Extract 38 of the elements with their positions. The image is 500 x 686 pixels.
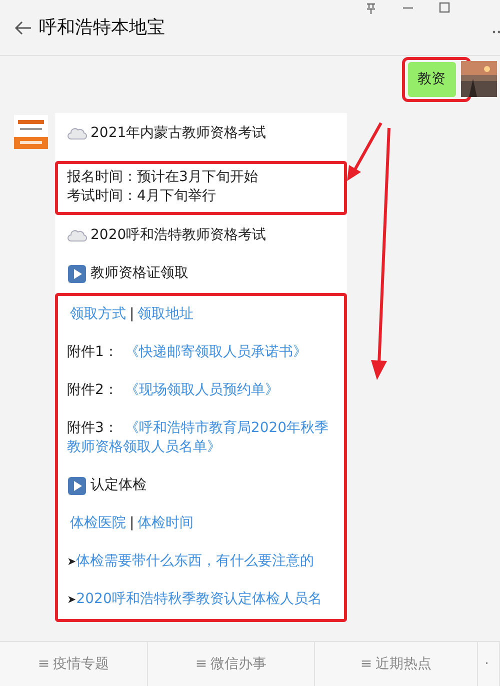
play-icon <box>67 476 87 496</box>
arrow-marker: ➤ <box>67 555 76 570</box>
arrow-marker: ➤ <box>67 592 76 608</box>
link[interactable]: 体检时间 <box>138 514 194 533</box>
link[interactable]: 体检医院 <box>70 514 126 533</box>
play-icon <box>67 264 87 284</box>
menu-tab[interactable]: ≡ 微信办事 <box>148 642 315 686</box>
cloud-icon <box>67 128 87 140</box>
section-heading: 2021年内蒙古教师资格考试 <box>90 124 266 143</box>
link[interactable]: 领取方式 <box>70 305 126 324</box>
article-link[interactable]: 体检需要带什么东西，有什么要注意的 <box>76 552 314 571</box>
chat-title: 呼和浩特本地宝 <box>39 16 165 40</box>
menu-tab[interactable]: ≡ 近期热点 <box>315 642 478 686</box>
menu-tab[interactable]: · <box>478 642 500 686</box>
more-icon[interactable] <box>492 30 500 34</box>
attachment-link[interactable]: 附件2： 《现场领取人员预约单》 <box>67 380 335 400</box>
section-heading: 认定体检 <box>90 476 146 495</box>
menu-icon: · <box>484 654 489 674</box>
menu-icon: ≡ <box>38 654 50 674</box>
link[interactable]: 领取地址 <box>138 305 194 324</box>
menu-tab[interactable]: ≡ 疫情专题 <box>0 642 148 686</box>
section-heading: 2020呼和浩特教师资格考试 <box>90 226 266 245</box>
pin-icon[interactable] <box>365 2 377 14</box>
section-heading: 教师资格证领取 <box>90 264 188 283</box>
message-bubble: 教资 <box>408 62 456 96</box>
menu-icon: ≡ <box>360 654 372 674</box>
attachment-link[interactable]: 附件1： 《快递邮寄领取人员承诺书》 <box>67 342 335 362</box>
attachment-link[interactable]: 附件3： 《呼和浩特市教育局2020年秋季教师资格领取人员名单》 <box>67 418 335 456</box>
menu-icon: ≡ <box>195 654 208 674</box>
cloud-icon <box>67 230 87 242</box>
logo-icon <box>14 114 48 148</box>
separator-text: | <box>130 305 134 324</box>
back-icon[interactable] <box>14 20 32 34</box>
maximize-icon[interactable] <box>439 2 450 14</box>
separator-text: | <box>130 514 134 533</box>
article-link[interactable]: 2020呼和浩特秋季教资认定体检人员名 <box>76 590 322 609</box>
info-text: 报名时间：预计在3月下旬开始 <box>67 168 258 186</box>
info-text: 考试时间：4月下旬举行 <box>67 186 216 206</box>
